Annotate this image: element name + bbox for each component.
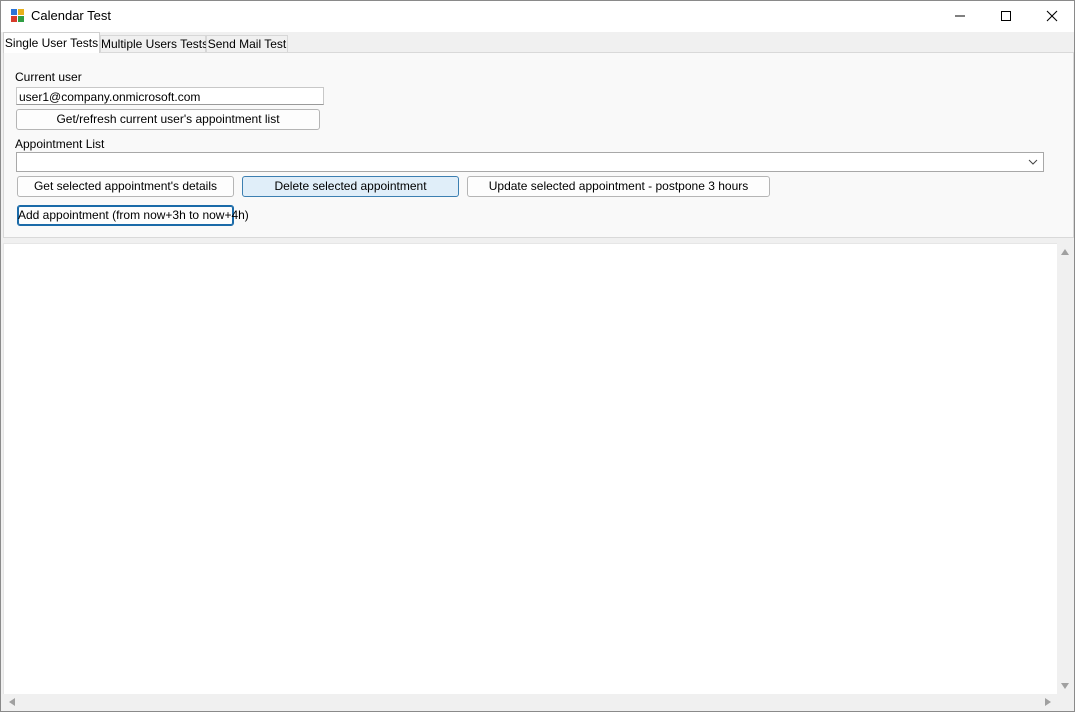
vertical-scrollbar[interactable] (1057, 243, 1073, 694)
window-title: Calendar Test (31, 8, 111, 23)
close-button[interactable] (1029, 1, 1074, 32)
title-bar[interactable]: Calendar Test (1, 1, 1074, 32)
scroll-right-icon[interactable] (1045, 698, 1051, 706)
minimize-icon (955, 15, 965, 17)
update-appointment-button[interactable]: Update selected appointment - postpone 3… (467, 176, 770, 197)
maximize-button[interactable] (983, 1, 1029, 32)
appointment-list-label: Appointment List (15, 137, 105, 151)
scroll-up-icon[interactable] (1061, 249, 1069, 255)
appointment-list-dropdown[interactable] (16, 152, 1044, 172)
scrollbar-corner (1057, 694, 1073, 710)
scroll-left-icon[interactable] (9, 698, 15, 706)
calendar-app-icon (11, 9, 24, 22)
output-textarea[interactable] (3, 243, 1059, 696)
delete-appointment-button[interactable]: Delete selected appointment (242, 176, 459, 197)
current-user-input[interactable]: user1@company.onmicrosoft.com (16, 87, 324, 105)
get-details-button[interactable]: Get selected appointment's details (17, 176, 234, 197)
tab-send-mail-test[interactable]: Send Mail Test (206, 35, 288, 53)
chevron-down-icon (1028, 159, 1038, 165)
current-user-label: Current user (15, 70, 82, 84)
maximize-icon (1001, 11, 1011, 21)
app-window: Calendar Test Single User Tests Multiple… (0, 0, 1075, 712)
refresh-appointments-button[interactable]: Get/refresh current user's appointment l… (16, 109, 320, 130)
tab-multiple-users-tests[interactable]: Multiple Users Tests (100, 35, 208, 53)
minimize-button[interactable] (937, 1, 983, 32)
single-user-tab-page: Current user user1@company.onmicrosoft.c… (3, 52, 1074, 238)
scroll-down-icon[interactable] (1061, 683, 1069, 689)
add-appointment-button[interactable]: Add appointment (from now+3h to now+4h) (17, 205, 249, 226)
close-icon (1046, 10, 1058, 22)
tab-single-user-tests[interactable]: Single User Tests (3, 32, 100, 53)
horizontal-scrollbar[interactable] (3, 694, 1057, 710)
